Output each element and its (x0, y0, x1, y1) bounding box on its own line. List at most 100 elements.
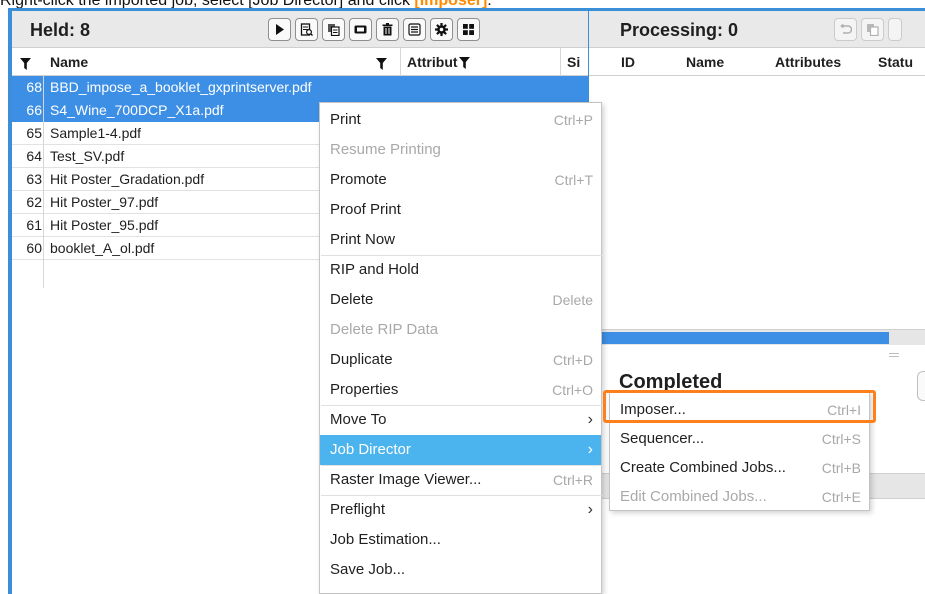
processing-copy-button[interactable] (861, 18, 884, 41)
funnel-icon (20, 58, 31, 71)
held-header: Held: 8 (12, 11, 588, 48)
menu-item-raster-image-viewer[interactable]: Raster Image Viewer... Ctrl+R (320, 465, 601, 495)
trash-icon (382, 23, 393, 36)
menu-item-shortcut: Ctrl+B (821, 460, 861, 476)
menu-item-print[interactable]: Print Ctrl+P (320, 105, 601, 135)
completed-title: Completed (619, 371, 723, 393)
menu-item-rip-and-hold[interactable]: RIP and Hold (320, 255, 601, 285)
settings-button[interactable] (430, 18, 453, 41)
copy-icon (867, 24, 879, 36)
menu-item-proof-print[interactable]: Proof Print (320, 195, 601, 225)
menu-item-sequencer[interactable]: Sequencer... Ctrl+S (610, 424, 869, 454)
menu-item-delete[interactable]: Delete Delete (320, 285, 601, 315)
menu-item-shortcut: Ctrl+R (552, 472, 593, 488)
job-id: 61 (26, 217, 42, 233)
proof-icon (300, 23, 313, 36)
menu-item-shortcut: Ctrl+T (554, 172, 594, 188)
held-column-header: Name Attribut Si (12, 48, 588, 76)
completed-toolbar-button[interactable] (917, 371, 925, 401)
filter-name-button[interactable] (376, 55, 387, 71)
menu-item-label: Promote (330, 171, 387, 188)
processing-header: Processing: 0 (589, 11, 925, 48)
panel-splitter-handle[interactable] (889, 353, 899, 357)
job-name: S4_Wine_700DCP_X1a.pdf (50, 102, 224, 118)
column-divider (43, 76, 44, 288)
chevron-right-icon: › (587, 501, 593, 518)
held-toolbar (268, 18, 480, 41)
column-header-attributes[interactable]: Attributes (775, 54, 841, 70)
menu-item-label: Resume Printing (330, 141, 441, 158)
job-row[interactable]: 68 BBD_impose_a_booklet_gxprintserver.pdf (12, 76, 588, 99)
menu-item-label: Print Now (330, 231, 396, 248)
grid-icon (463, 24, 474, 35)
column-header-status[interactable]: Statu (878, 54, 913, 70)
menu-item-label: Sequencer... (620, 430, 705, 447)
menu-item-label: Imposer... (620, 401, 686, 418)
proof-button[interactable] (295, 18, 318, 41)
menu-item-edit-combined-jobs: Edit Combined Jobs... Ctrl+E (610, 482, 869, 512)
job-name: Hit Poster_95.pdf (50, 217, 159, 233)
column-header-attributes[interactable]: Attribut (400, 48, 470, 76)
job-name: Hit Poster_Gradation.pdf (50, 171, 205, 187)
menu-item-save-job[interactable]: Save Job... (320, 555, 601, 585)
chevron-right-icon: › (587, 411, 593, 428)
job-id: 62 (26, 194, 42, 210)
rip-button[interactable] (349, 18, 372, 41)
job-name: Test_SV.pdf (50, 148, 125, 164)
list-button[interactable] (403, 18, 426, 41)
column-header-name[interactable]: Name (50, 54, 88, 70)
column-header-id[interactable]: ID (621, 54, 635, 70)
menu-item-label: Job Estimation... (330, 531, 441, 548)
column-header-size[interactable]: Si (560, 48, 580, 76)
play-button[interactable] (268, 18, 291, 41)
filter-all-button[interactable] (20, 55, 31, 71)
job-id: 66 (26, 102, 42, 118)
menu-item-label: Duplicate (330, 351, 393, 368)
processing-column-header: ID Name Attributes Statu (589, 48, 925, 76)
column-header-name[interactable]: Name (686, 54, 724, 70)
funnel-icon (458, 57, 470, 70)
delete-button[interactable] (376, 18, 399, 41)
menu-item-preflight[interactable]: Preflight › (320, 495, 601, 525)
menu-item-print-now[interactable]: Print Now (320, 225, 601, 255)
menu-item-move-to[interactable]: Move To › (320, 405, 601, 435)
menu-item-label: Create Combined Jobs... (620, 459, 786, 476)
menu-item-label: Preflight (330, 501, 386, 518)
menu-item-shortcut: Ctrl+E (821, 489, 861, 505)
menu-item-duplicate[interactable]: Duplicate Ctrl+D (320, 345, 601, 375)
menu-item-label: Proof Print (330, 201, 401, 218)
grid-view-button[interactable] (457, 18, 480, 41)
job-id: 60 (26, 240, 42, 256)
menu-item-properties[interactable]: Properties Ctrl+O (320, 375, 601, 405)
play-icon (276, 24, 284, 35)
job-id: 68 (26, 79, 42, 95)
horizontal-scrollbar[interactable] (589, 329, 925, 345)
menu-item-shortcut: Ctrl+P (553, 112, 593, 128)
menu-item-label: Save Job... (330, 561, 406, 578)
menu-item-job-director[interactable]: Job Director › (320, 435, 601, 465)
menu-item-label: Delete RIP Data (330, 321, 439, 338)
menu-item-label: Raster Image Viewer... (330, 471, 482, 488)
job-context-menu: Print Ctrl+P Resume Printing Promote Ctrl+T P… (319, 102, 602, 594)
processing-title: Processing: 0 (620, 20, 739, 40)
menu-item-promote[interactable]: Promote Ctrl+T (320, 165, 601, 195)
undo-button[interactable] (834, 18, 857, 41)
menu-item-label: Move To (330, 411, 387, 428)
held-title: Held: 8 (30, 20, 91, 40)
menu-item-job-estimation[interactable]: Job Estimation... (320, 525, 601, 555)
processing-more-button[interactable] (888, 18, 902, 41)
scrollbar-thumb[interactable] (599, 332, 889, 344)
menu-item-resume-printing: Resume Printing (320, 135, 601, 165)
copy-button[interactable] (322, 18, 345, 41)
menu-item-label: Edit Combined Jobs... (620, 488, 767, 505)
menu-item-shortcut: Ctrl+O (552, 382, 593, 398)
chevron-right-icon: › (587, 441, 593, 458)
menu-item-create-combined-jobs[interactable]: Create Combined Jobs... Ctrl+B (610, 453, 869, 483)
menu-item-imposer[interactable]: Imposer... Ctrl+I (610, 395, 869, 425)
job-director-submenu: Imposer... Ctrl+I Sequencer... Ctrl+S Create… (609, 392, 870, 511)
job-id: 63 (26, 171, 42, 187)
job-id: 65 (26, 125, 42, 141)
menu-item-shortcut: Ctrl+S (821, 431, 861, 447)
processing-toolbar (834, 18, 902, 41)
menu-item-shortcut: Ctrl+D (552, 352, 593, 368)
